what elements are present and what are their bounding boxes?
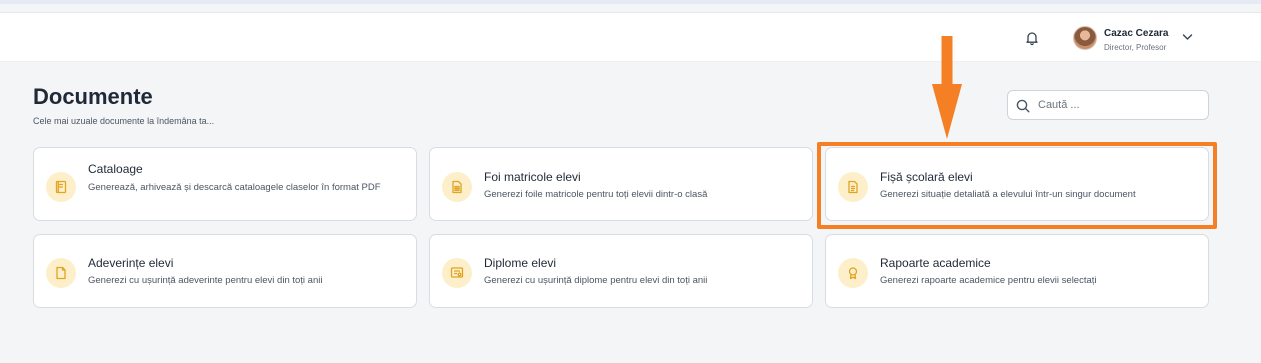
chevron-down-icon[interactable] bbox=[1182, 33, 1193, 41]
card-description: Generează, arhivează și descarcă cataloa… bbox=[88, 182, 381, 193]
user-role: Director, Profesor bbox=[1104, 43, 1167, 52]
certificate-icon bbox=[442, 258, 472, 288]
search-box[interactable] bbox=[1007, 90, 1209, 120]
page-title: Documente bbox=[33, 84, 153, 109]
card-description: Generezi foile matricole pentru toți ele… bbox=[484, 189, 708, 200]
card-cataloage[interactable]: Cataloage Generează, arhivează și descar… bbox=[33, 147, 417, 221]
card-title: Rapoarte academice bbox=[880, 256, 991, 270]
user-name[interactable]: Cazac Cezara bbox=[1104, 28, 1168, 39]
card-adeverinte[interactable]: Adeverințe elevi Generezi cu ușurință ad… bbox=[33, 234, 417, 308]
card-title: Adeverințe elevi bbox=[88, 256, 174, 270]
avatar[interactable] bbox=[1073, 26, 1097, 50]
search-input[interactable] bbox=[1038, 96, 1198, 114]
bell-icon[interactable] bbox=[1024, 30, 1040, 46]
highlight-box bbox=[817, 142, 1217, 229]
page-subtitle: Cele mai uzuale documente la îndemâna ta… bbox=[33, 116, 215, 126]
top-strip bbox=[0, 0, 1261, 4]
card-title: Diplome elevi bbox=[484, 256, 557, 270]
search-icon bbox=[1016, 99, 1030, 113]
card-title: Foi matricole elevi bbox=[484, 170, 581, 184]
award-icon bbox=[838, 258, 868, 288]
card-description: Generezi cu ușurință diplome pentru elev… bbox=[484, 275, 708, 286]
top-header: Cazac Cezara Director, Profesor bbox=[0, 12, 1261, 62]
card-title: Cataloage bbox=[88, 162, 143, 176]
card-foi-matricole[interactable]: Foi matricole elevi Generezi foile matri… bbox=[429, 147, 813, 221]
card-diplome[interactable]: Diplome elevi Generezi cu ușurință diplo… bbox=[429, 234, 813, 308]
file-icon bbox=[46, 258, 76, 288]
file-table-icon bbox=[442, 172, 472, 202]
card-description: Generezi cu ușurință adeverinte pentru e… bbox=[88, 275, 323, 286]
arrow-down-icon bbox=[932, 36, 962, 139]
card-rapoarte[interactable]: Rapoarte academice Generezi rapoarte aca… bbox=[825, 234, 1209, 308]
notebook-icon bbox=[46, 172, 76, 202]
card-description: Generezi rapoarte academice pentru elevi… bbox=[880, 275, 1097, 286]
